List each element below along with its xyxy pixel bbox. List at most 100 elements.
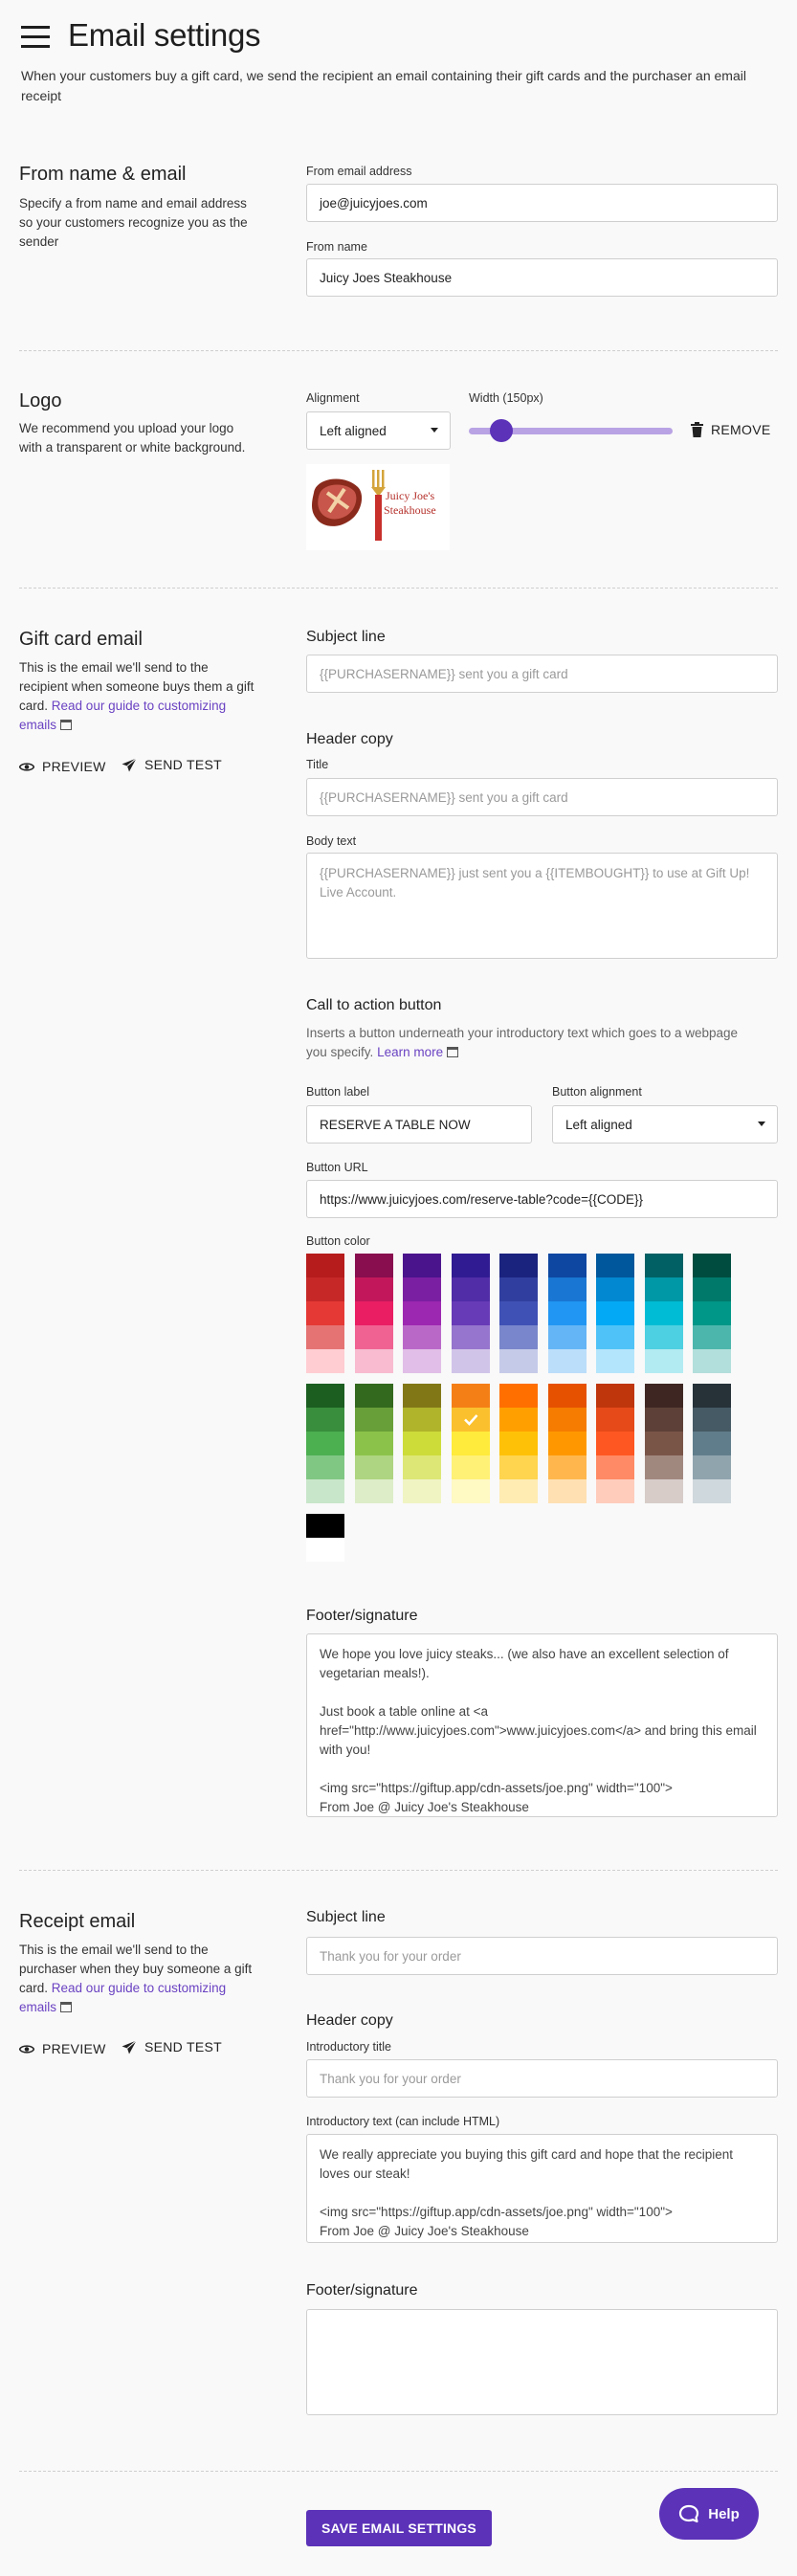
- color-swatch[interactable]: [306, 1301, 344, 1325]
- color-swatch[interactable]: [596, 1349, 634, 1373]
- gift-send-test-button[interactable]: SEND TEST: [122, 757, 222, 772]
- color-swatch[interactable]: [644, 1384, 683, 1408]
- color-swatch[interactable]: [403, 1455, 441, 1479]
- color-swatch[interactable]: [693, 1408, 731, 1432]
- color-swatch[interactable]: [354, 1349, 393, 1373]
- color-swatch[interactable]: [693, 1349, 731, 1373]
- alignment-select[interactable]: Left aligned: [306, 411, 451, 450]
- gift-title-field[interactable]: {{PURCHASERNAME}} sent you a gift card: [306, 778, 778, 816]
- color-swatch[interactable]: [693, 1479, 731, 1503]
- color-swatch[interactable]: [693, 1432, 731, 1455]
- color-swatch[interactable]: [451, 1479, 490, 1503]
- save-button[interactable]: SAVE EMAIL SETTINGS: [306, 2510, 492, 2546]
- color-swatch[interactable]: [596, 1277, 634, 1301]
- color-swatch[interactable]: [403, 1408, 441, 1432]
- receipt-subject-field[interactable]: Thank you for your order: [306, 1937, 778, 1975]
- color-swatch[interactable]: [596, 1432, 634, 1455]
- color-swatch[interactable]: [547, 1349, 587, 1373]
- color-swatch[interactable]: [693, 1384, 731, 1408]
- button-alignment-select[interactable]: Left aligned: [552, 1105, 778, 1144]
- color-swatch[interactable]: [693, 1455, 731, 1479]
- color-swatch[interactable]: [306, 1479, 344, 1503]
- color-swatch[interactable]: [354, 1479, 393, 1503]
- color-swatch[interactable]: [451, 1455, 490, 1479]
- color-swatch[interactable]: [499, 1432, 538, 1455]
- gift-footer-textarea[interactable]: We hope you love juicy steaks... (we als…: [306, 1633, 778, 1817]
- button-label-field[interactable]: RESERVE A TABLE NOW: [306, 1105, 532, 1144]
- color-swatch[interactable]: [306, 1325, 344, 1349]
- intro-text-textarea[interactable]: We really appreciate you buying this gif…: [306, 2134, 778, 2243]
- color-swatch[interactable]: [499, 1349, 538, 1373]
- color-swatch[interactable]: [354, 1455, 393, 1479]
- color-swatch[interactable]: [547, 1432, 587, 1455]
- color-swatch[interactable]: [354, 1277, 393, 1301]
- color-swatch[interactable]: [644, 1325, 683, 1349]
- color-swatch[interactable]: [644, 1455, 683, 1479]
- color-swatch[interactable]: [306, 1455, 344, 1479]
- color-swatch[interactable]: [403, 1479, 441, 1503]
- color-swatch[interactable]: [403, 1384, 441, 1408]
- menu-icon[interactable]: [21, 25, 50, 48]
- color-swatch[interactable]: [596, 1384, 634, 1408]
- color-swatch[interactable]: [547, 1301, 587, 1325]
- color-swatch[interactable]: [644, 1408, 683, 1432]
- color-swatch[interactable]: [547, 1384, 587, 1408]
- color-swatch[interactable]: [499, 1384, 538, 1408]
- color-swatch[interactable]: [354, 1254, 393, 1277]
- color-swatch[interactable]: [306, 1384, 344, 1408]
- color-swatch[interactable]: [644, 1301, 683, 1325]
- color-swatch[interactable]: [644, 1479, 683, 1503]
- from-name-field[interactable]: Juicy Joes Steakhouse: [306, 258, 778, 297]
- color-swatch[interactable]: [596, 1254, 634, 1277]
- color-swatch[interactable]: [499, 1408, 538, 1432]
- color-swatch[interactable]: [306, 1538, 344, 1562]
- color-swatch[interactable]: [644, 1432, 683, 1455]
- color-swatch[interactable]: [451, 1254, 490, 1277]
- color-swatch[interactable]: [499, 1479, 538, 1503]
- color-swatch[interactable]: [451, 1384, 490, 1408]
- color-swatch[interactable]: [596, 1479, 634, 1503]
- from-email-field[interactable]: joe@juicyjoes.com: [306, 184, 778, 222]
- color-swatch[interactable]: [547, 1479, 587, 1503]
- color-swatch[interactable]: [547, 1408, 587, 1432]
- color-swatch[interactable]: [596, 1325, 634, 1349]
- help-button[interactable]: Help: [659, 2488, 759, 2540]
- remove-logo-button[interactable]: REMOVE: [691, 422, 770, 437]
- color-swatch[interactable]: [451, 1301, 490, 1325]
- color-swatch[interactable]: [499, 1325, 538, 1349]
- color-swatch[interactable]: [451, 1349, 490, 1373]
- color-swatch-selected[interactable]: [451, 1408, 490, 1432]
- button-url-field[interactable]: https://www.juicyjoes.com/reserve-table?…: [306, 1180, 778, 1218]
- color-swatch[interactable]: [354, 1384, 393, 1408]
- color-swatch[interactable]: [403, 1349, 441, 1373]
- color-swatch[interactable]: [693, 1325, 731, 1349]
- color-swatch[interactable]: [306, 1254, 344, 1277]
- cta-learn-more-link[interactable]: Learn more: [377, 1045, 458, 1059]
- color-swatch[interactable]: [306, 1277, 344, 1301]
- color-swatch[interactable]: [451, 1432, 490, 1455]
- gift-guide-link[interactable]: Read our guide to customizing emails: [19, 699, 226, 732]
- color-swatch[interactable]: [354, 1325, 393, 1349]
- color-swatch[interactable]: [499, 1254, 538, 1277]
- gift-preview-button[interactable]: PREVIEW: [19, 759, 106, 774]
- receipt-preview-button[interactable]: PREVIEW: [19, 2041, 106, 2056]
- color-swatch[interactable]: [306, 1349, 344, 1373]
- color-swatch[interactable]: [596, 1408, 634, 1432]
- color-swatch[interactable]: [547, 1455, 587, 1479]
- color-swatch[interactable]: [306, 1514, 344, 1538]
- color-swatch[interactable]: [596, 1455, 634, 1479]
- color-swatch[interactable]: [403, 1254, 441, 1277]
- color-swatch[interactable]: [403, 1301, 441, 1325]
- receipt-footer-textarea[interactable]: [306, 2309, 778, 2415]
- color-swatch[interactable]: [547, 1254, 587, 1277]
- color-swatch[interactable]: [547, 1277, 587, 1301]
- color-swatch[interactable]: [499, 1455, 538, 1479]
- color-swatch[interactable]: [354, 1432, 393, 1455]
- slider-thumb[interactable]: [490, 419, 514, 442]
- gift-subject-field[interactable]: {{PURCHASERNAME}} sent you a gift card: [306, 655, 778, 693]
- gift-body-textarea[interactable]: {{PURCHASERNAME}} just sent you a {{ITEM…: [306, 853, 778, 959]
- color-swatch[interactable]: [499, 1277, 538, 1301]
- color-swatch[interactable]: [547, 1325, 587, 1349]
- intro-title-field[interactable]: Thank you for your order: [306, 2059, 778, 2098]
- color-swatch[interactable]: [644, 1254, 683, 1277]
